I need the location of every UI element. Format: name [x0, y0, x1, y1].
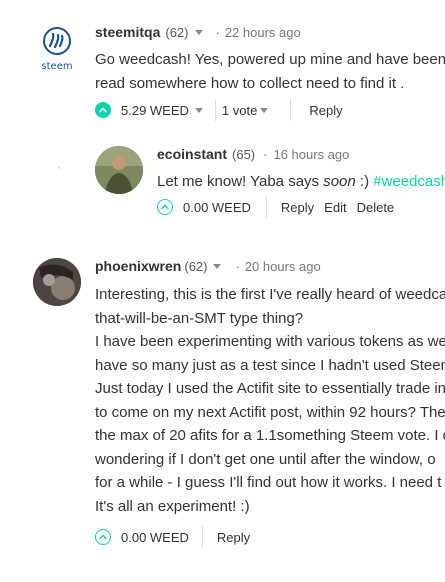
- user-photo-icon: [33, 258, 81, 306]
- reply-button[interactable]: Reply: [281, 200, 314, 215]
- avatar-brand-text: steem: [41, 61, 73, 72]
- chevron-up-icon: [99, 107, 107, 113]
- reply-button[interactable]: Reply: [217, 530, 250, 545]
- reputation-badge: (62): [184, 258, 208, 274]
- vote-count[interactable]: 1 vote: [222, 103, 257, 118]
- separator-dot: ·: [215, 24, 220, 40]
- divider: [214, 99, 216, 121]
- comment-line: It's all an experiment! :): [95, 497, 250, 515]
- comment-footer: 0.00 WEED Reply Edit Delete: [157, 196, 394, 218]
- reputation-badge: (62): [165, 24, 189, 40]
- comment-body: Let me know! Yaba says soon :) #weedcash: [157, 170, 445, 194]
- avatar-phoenixwren[interactable]: [33, 258, 81, 306]
- author-name[interactable]: ecoinstant: [157, 146, 227, 162]
- comment-line: that-will-be-an-SMT type thing?: [95, 309, 304, 327]
- divider: [201, 526, 203, 548]
- chevron-down-icon[interactable]: [195, 29, 204, 35]
- upvote-button[interactable]: [95, 102, 111, 118]
- separator-dot: ·: [235, 258, 240, 274]
- chevron-up-icon: [99, 534, 107, 540]
- comment-line: I have been experimenting with various t…: [95, 333, 445, 350]
- payout-value[interactable]: 0.00 WEED: [121, 530, 189, 545]
- user-photo-icon: [95, 146, 143, 194]
- comment-line: wondering if I don't get one until after…: [95, 450, 436, 468]
- comment-line: read somewhere how to collect need to fi…: [95, 74, 405, 92]
- timestamp[interactable]: 22 hours ago: [225, 25, 301, 40]
- payout-value[interactable]: 5.29 WEED: [121, 103, 189, 118]
- divider: [290, 99, 292, 121]
- chevron-down-icon[interactable]: [213, 263, 222, 269]
- hashtag-link[interactable]: #weedcash: [373, 173, 445, 190]
- comment-line: for a while - I guess I'll find out how …: [95, 474, 442, 491]
- divider: [265, 196, 267, 218]
- timestamp[interactable]: 20 hours ago: [245, 259, 321, 274]
- avatar-ecoinstant[interactable]: [95, 146, 143, 194]
- comment-line: to come on my next Actifit post, within …: [95, 403, 445, 421]
- comment-line: Go weedcash! Yes, powered up mine and ha…: [95, 51, 445, 68]
- upvote-button[interactable]: [95, 529, 111, 545]
- comment-line: the max of 20 afits for a 1.1something S…: [95, 427, 445, 444]
- comment-line: have so many just as a test since I hadn…: [95, 356, 445, 374]
- chevron-down-icon[interactable]: [194, 107, 203, 113]
- comment-body: Go weedcash! Yes, powered up mine and ha…: [95, 48, 445, 95]
- comment-body: Interesting, this is the first I've real…: [95, 283, 445, 518]
- comment-footer: 5.29 WEED 1 vote Reply: [95, 99, 343, 121]
- timestamp[interactable]: 16 hours ago: [273, 147, 349, 162]
- reply-button[interactable]: Reply: [309, 103, 342, 118]
- author-name[interactable]: steemitqa: [95, 24, 160, 40]
- comment-line: Just today I used the Actifit site to es…: [95, 380, 445, 397]
- upvote-button[interactable]: [157, 199, 173, 215]
- separator-dot: ·: [263, 146, 268, 162]
- author-name[interactable]: phoenixwren: [95, 258, 181, 274]
- payout-value[interactable]: 0.00 WEED: [183, 200, 251, 215]
- comment-footer: 0.00 WEED Reply: [95, 526, 250, 548]
- comment-text: :): [355, 173, 374, 190]
- comment-text: Let me know! Yaba says: [157, 173, 324, 190]
- steem-logo-icon: [43, 27, 71, 55]
- bullet-dot: ·: [57, 160, 61, 174]
- comment-header: steemitqa (62) · 22 hours ago: [95, 24, 301, 40]
- reputation-badge: (65): [232, 146, 256, 162]
- comment-text-italic: soon: [323, 173, 356, 190]
- comment-line: Interesting, this is the first I've real…: [95, 286, 445, 303]
- comment-header: phoenixwren (62) · 20 hours ago: [95, 258, 321, 274]
- delete-button[interactable]: Delete: [357, 200, 395, 215]
- comment-header: ecoinstant (65) · 16 hours ago: [157, 146, 349, 162]
- edit-button[interactable]: Edit: [324, 200, 346, 215]
- chevron-up-icon: [161, 204, 169, 210]
- chevron-down-icon[interactable]: [260, 107, 269, 113]
- avatar-steemitqa[interactable]: [38, 26, 76, 64]
